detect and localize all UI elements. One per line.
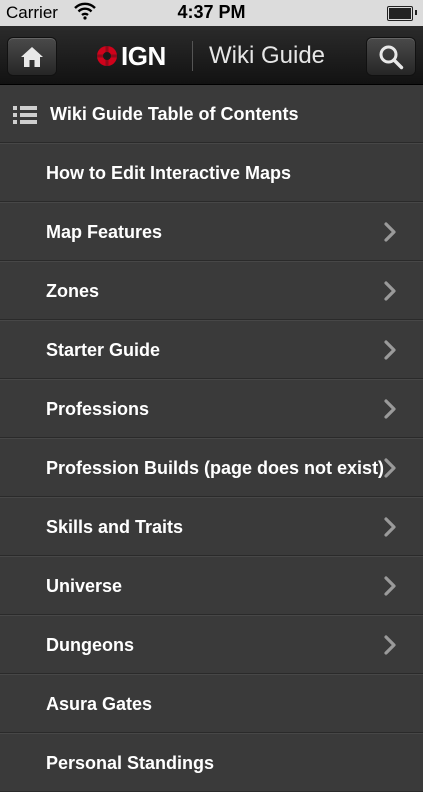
list-item[interactable]: Skills and Traits xyxy=(0,498,423,556)
list-item[interactable]: Dungeons xyxy=(0,616,423,674)
list-item-label: Dungeons xyxy=(46,635,134,655)
list-item-label: Professions xyxy=(46,399,150,419)
list-item-label: How to Edit Interactive Maps xyxy=(46,163,292,183)
page-title: Wiki Guide xyxy=(209,42,326,69)
list-item[interactable]: Starter Guide xyxy=(0,321,423,379)
list-item-label: Universe xyxy=(46,576,123,596)
chevron-right-icon xyxy=(384,517,396,537)
ign-logo-icon xyxy=(96,45,118,67)
chevron-right-icon xyxy=(384,281,396,301)
list-item-label: Asura Gates xyxy=(46,694,153,714)
list-item-label: Profession Builds (page does not exist) xyxy=(46,458,385,478)
list-item-label: Map Features xyxy=(46,222,163,242)
chevron-right-icon xyxy=(384,635,396,655)
toc-header-label: Wiki Guide Table of Contents xyxy=(50,104,299,124)
chevron-right-icon xyxy=(384,576,396,596)
chevron-right-icon xyxy=(384,458,396,478)
list-item[interactable]: How to Edit Interactive Maps xyxy=(0,144,423,202)
nav-bar: IGN Wiki Guide xyxy=(0,26,423,85)
list-item[interactable]: Asura Gates xyxy=(0,675,423,733)
list-item-label: Skills and Traits xyxy=(46,517,184,537)
search-button[interactable] xyxy=(366,37,416,76)
search-icon xyxy=(379,45,404,69)
chevron-right-icon xyxy=(384,340,396,360)
list-item[interactable]: Profession Builds (page does not exist) xyxy=(0,439,423,497)
list-item-label: Starter Guide xyxy=(46,340,161,360)
status-bar: Carrier 4:37 PM xyxy=(0,0,423,26)
logo-text: IGN xyxy=(121,40,166,71)
toc-header[interactable]: Wiki Guide Table of Contents xyxy=(0,85,423,143)
list-item[interactable]: Universe xyxy=(0,557,423,615)
clock: 4:37 PM xyxy=(177,2,246,22)
nav-divider xyxy=(192,41,193,71)
battery-icon xyxy=(387,6,417,21)
chevron-right-icon xyxy=(384,222,396,242)
list-icon xyxy=(13,106,37,124)
list-item[interactable]: Personal Standings xyxy=(0,734,423,792)
home-icon xyxy=(21,46,43,67)
toc-list: Wiki Guide Table of Contents How to Edit… xyxy=(0,85,423,792)
home-button[interactable] xyxy=(7,37,57,76)
chevron-right-icon xyxy=(384,399,396,419)
list-item[interactable]: Zones xyxy=(0,262,423,320)
list-item-label: Personal Standings xyxy=(46,753,215,773)
list-item[interactable]: Professions xyxy=(0,380,423,438)
list-item-label: Zones xyxy=(46,281,100,301)
ign-logo: IGN xyxy=(96,41,166,71)
list-item[interactable]: Map Features xyxy=(0,203,423,261)
